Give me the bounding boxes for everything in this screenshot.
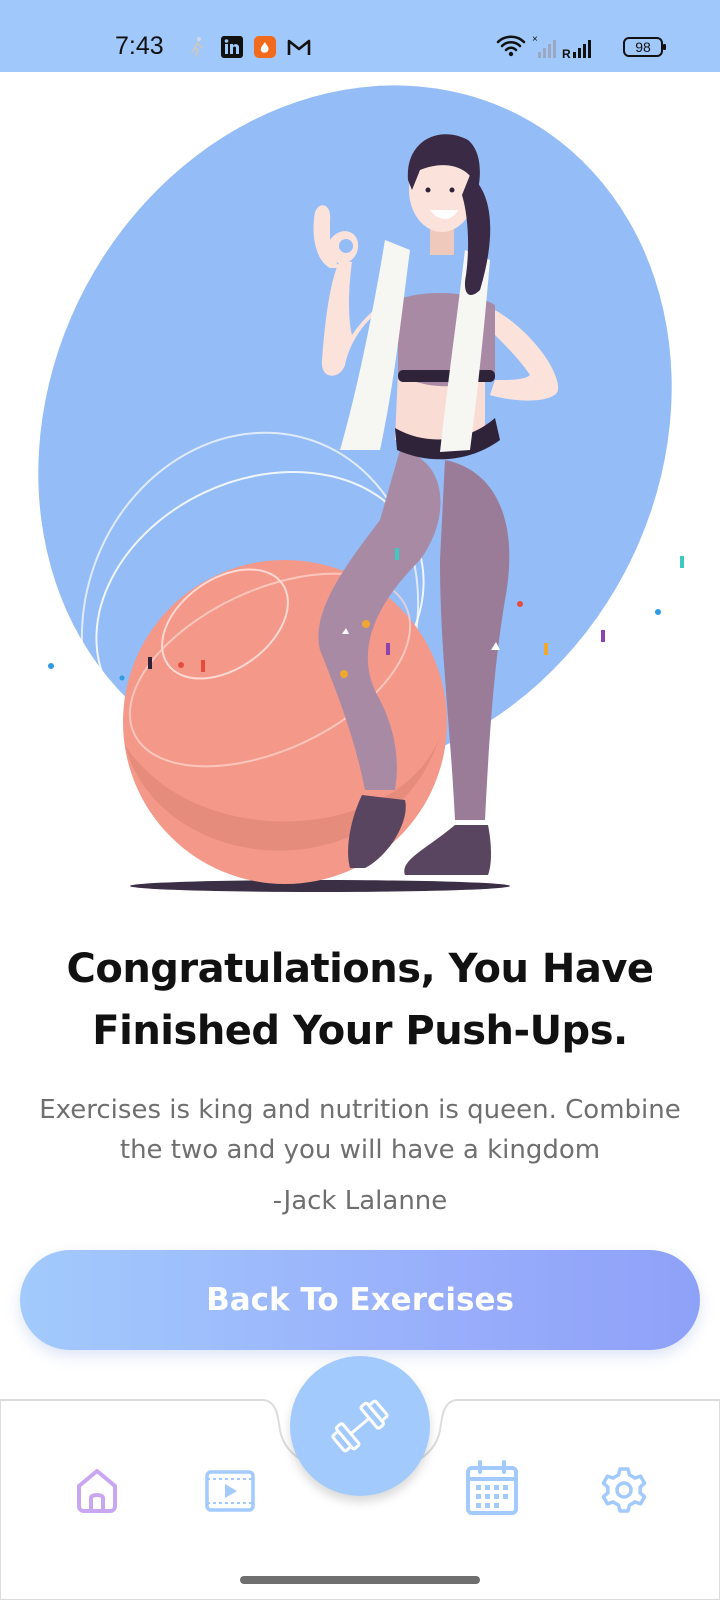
nav-settings-icon[interactable] [600,1466,648,1514]
nav-video-icon[interactable] [205,1470,255,1512]
nav-calendar-icon[interactable] [465,1460,519,1516]
quote-author: -Jack Lalanne [272,1186,448,1216]
dumbbell-icon [331,1399,389,1453]
svg-text:×: × [532,34,538,45]
status-time: 7:43 [115,32,164,60]
walking-icon [191,37,203,57]
svg-text:R: R [562,47,571,60]
quote-text: Exercises is king and nutrition is queen… [39,1095,681,1165]
linkedin-icon [221,36,243,58]
back-to-exercises-button[interactable]: Back To Exercises [20,1250,700,1350]
wifi-icon [496,35,526,57]
gmail-icon [287,39,311,55]
workout-fab-button[interactable] [290,1356,430,1496]
battery-indicator: 98 [623,37,666,57]
celebration-illustration [38,85,684,892]
home-indicator [240,1576,480,1584]
status-bar: 7:43 × R 98 [0,0,720,72]
app-icon [254,36,276,58]
congrats-title: Congratulations, You Have Finished Your … [66,946,654,1054]
signal-icon: × R [532,34,591,60]
nav-home-icon[interactable] [73,1466,121,1514]
